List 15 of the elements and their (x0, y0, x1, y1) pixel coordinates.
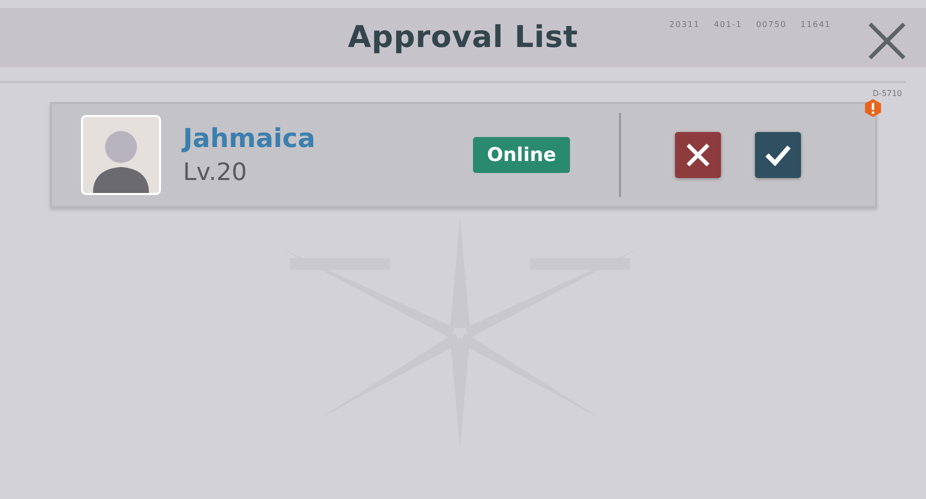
code-label: 20311 (669, 20, 700, 29)
player-level: Lv.20 (183, 158, 248, 186)
list-code: D-5710 (872, 89, 902, 98)
close-icon (685, 142, 712, 168)
accept-button[interactable] (755, 132, 802, 178)
code-label: 00750 (756, 20, 787, 29)
code-label: 11641 (800, 20, 831, 29)
reject-button[interactable] (675, 132, 722, 178)
close-button[interactable] (866, 20, 908, 62)
checkmark-icon (765, 144, 792, 166)
player-name: Jahmaica (183, 124, 316, 154)
close-icon (866, 20, 908, 62)
window-title: Approval List (348, 20, 578, 55)
code-label: 401-1 (714, 20, 742, 29)
status-badge: Online (473, 137, 570, 173)
